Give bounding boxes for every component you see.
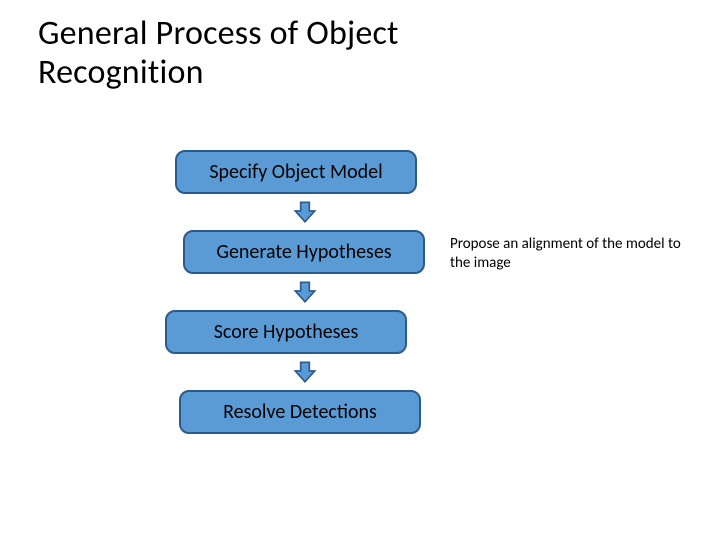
step-specify-object-model: Specify Object Model (175, 150, 417, 194)
process-flow: Specify Object Model Generate Hypotheses… (175, 150, 435, 434)
arrow-2 (175, 274, 435, 310)
arrow-3 (175, 354, 435, 390)
title-line-2: Recognition (38, 52, 204, 93)
step-label: Resolve Detections (223, 400, 377, 424)
slide: General Process of Object Recognition Sp… (0, 0, 720, 540)
down-arrow-icon (292, 199, 318, 225)
step-label: Specify Object Model (209, 160, 382, 184)
step-generate-hypotheses: Generate Hypotheses (183, 230, 425, 274)
step-resolve-detections: Resolve Detections (179, 390, 421, 434)
annotation-text: Propose an alignment of the model to the… (450, 235, 681, 272)
step-label: Generate Hypotheses (216, 240, 391, 264)
down-arrow-icon (292, 359, 318, 385)
down-arrow-icon (292, 279, 318, 305)
annotation-generate-hypotheses: Propose an alignment of the model to the… (450, 235, 690, 273)
arrow-1 (175, 194, 435, 230)
step-label: Score Hypotheses (214, 320, 359, 344)
slide-title: General Process of Object Recognition (38, 14, 399, 92)
step-score-hypotheses: Score Hypotheses (165, 310, 407, 354)
title-line-1: General Process of Object (38, 13, 399, 54)
